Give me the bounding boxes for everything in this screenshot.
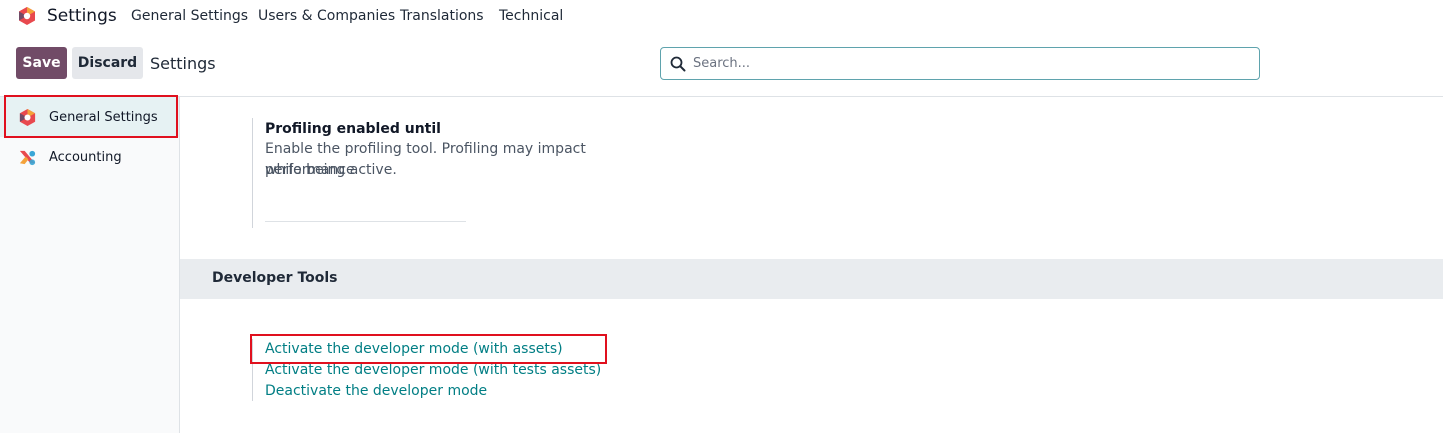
top-navbar: Settings General Settings Users & Compan…	[0, 0, 1443, 33]
accounting-app-icon	[19, 150, 36, 166]
developer-tools-section-header: Developer Tools	[180, 259, 1443, 299]
highlight-box-activate-developer-mode	[250, 334, 607, 364]
settings-sidebar: General Settings Accounting	[0, 97, 180, 433]
menu-users-companies[interactable]: Users & Companies	[258, 8, 395, 24]
deactivate-developer-mode-link[interactable]: Deactivate the developer mode	[265, 383, 487, 399]
sidebar-item-label: Accounting	[49, 150, 122, 165]
profiling-field-underline	[265, 221, 466, 222]
menu-translations[interactable]: Translations	[400, 8, 484, 24]
activate-developer-mode-tests-assets-link[interactable]: Activate the developer mode (with tests …	[265, 362, 601, 378]
discard-button[interactable]: Discard	[72, 47, 143, 79]
section-title: Developer Tools	[212, 270, 338, 286]
page-title: Settings	[150, 54, 216, 73]
profiling-setting-title: Profiling enabled until	[265, 121, 441, 137]
setting-left-border	[252, 118, 253, 228]
profiling-setting-description-line2: while being active.	[265, 162, 397, 178]
sidebar-item-accounting[interactable]: Accounting	[0, 137, 179, 177]
app-title[interactable]: Settings	[47, 6, 117, 26]
search-bar[interactable]	[660, 47, 1260, 80]
menu-technical[interactable]: Technical	[499, 8, 563, 24]
search-icon	[670, 56, 686, 72]
search-input[interactable]	[693, 48, 1253, 79]
highlight-box-general-settings	[4, 95, 178, 138]
menu-general-settings[interactable]: General Settings	[131, 8, 248, 24]
save-button[interactable]: Save	[16, 47, 67, 79]
header-divider	[0, 96, 1443, 97]
odoo-logo-icon[interactable]	[17, 6, 37, 26]
